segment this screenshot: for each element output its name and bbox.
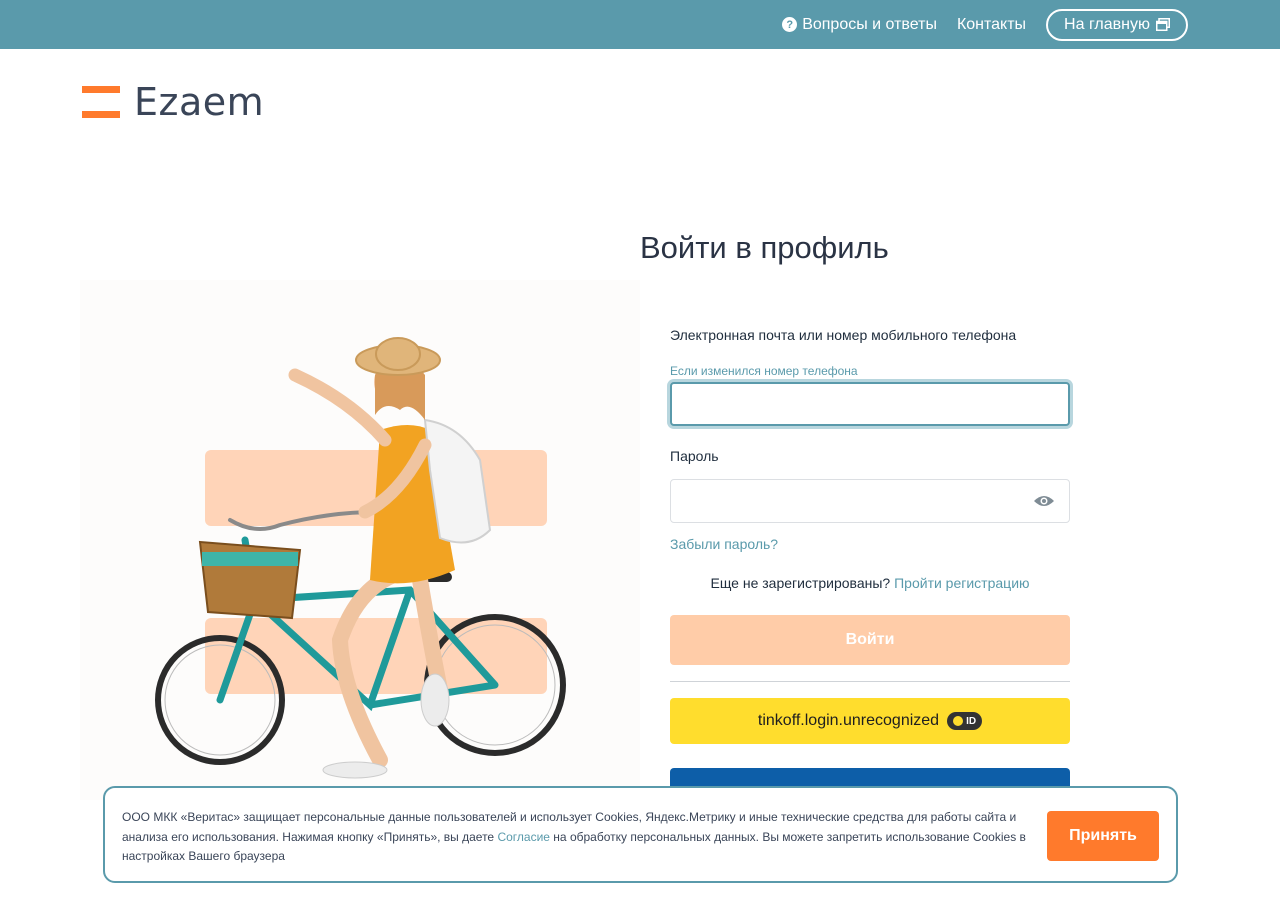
home-label: На главную [1064,15,1150,33]
not-registered-text: Еще не зарегистрированы? [710,575,891,591]
forgot-password-link[interactable]: Забыли пароль? [670,536,778,552]
login-button[interactable]: Войти [670,615,1070,665]
tinkoff-id-icon: ID [947,712,983,730]
accept-cookies-button[interactable]: Принять [1047,811,1159,861]
logo-text: Ezaem [134,80,265,124]
hero-illustration [80,280,640,800]
top-bar: ? Вопросы и ответы Контакты На главную [0,0,1280,49]
register-link[interactable]: Пройти регистрацию [894,575,1029,591]
registration-prompt: Еще не зарегистрированы? Пройти регистра… [670,575,1070,591]
login-input[interactable] [670,382,1070,426]
tinkoff-login-button[interactable]: tinkoff.login.unrecognized ID [670,698,1070,744]
phone-changed-link[interactable]: Если изменился номер телефона [670,364,858,378]
login-field-label: Электронная почта или номер мобильного т… [670,327,1017,343]
cookie-text: ООО МКК «Веритас» защищает персональные … [122,808,1037,867]
logo[interactable]: Ezaem [82,80,264,124]
consent-link[interactable]: Согласие [497,830,550,844]
faq-link[interactable]: ? Вопросы и ответы [782,16,937,34]
divider [670,681,1070,682]
contacts-link[interactable]: Контакты [957,16,1026,34]
girl-on-bicycle-image [155,337,566,779]
window-icon [1156,18,1170,31]
faq-label: Вопросы и ответы [802,15,937,33]
eye-icon[interactable] [1033,494,1055,508]
home-button[interactable]: На главную [1046,8,1188,41]
logo-mark-icon [82,86,120,118]
password-field-label: Пароль [670,448,719,464]
cookie-banner: ООО МКК «Веритас» защищает персональные … [103,786,1178,883]
tinkoff-id-badge: ID [966,715,977,727]
question-circle-icon: ? [782,17,798,32]
page-title: Войти в профиль [640,230,889,265]
password-input[interactable] [670,479,1070,523]
tinkoff-login-label: tinkoff.login.unrecognized [757,712,940,729]
